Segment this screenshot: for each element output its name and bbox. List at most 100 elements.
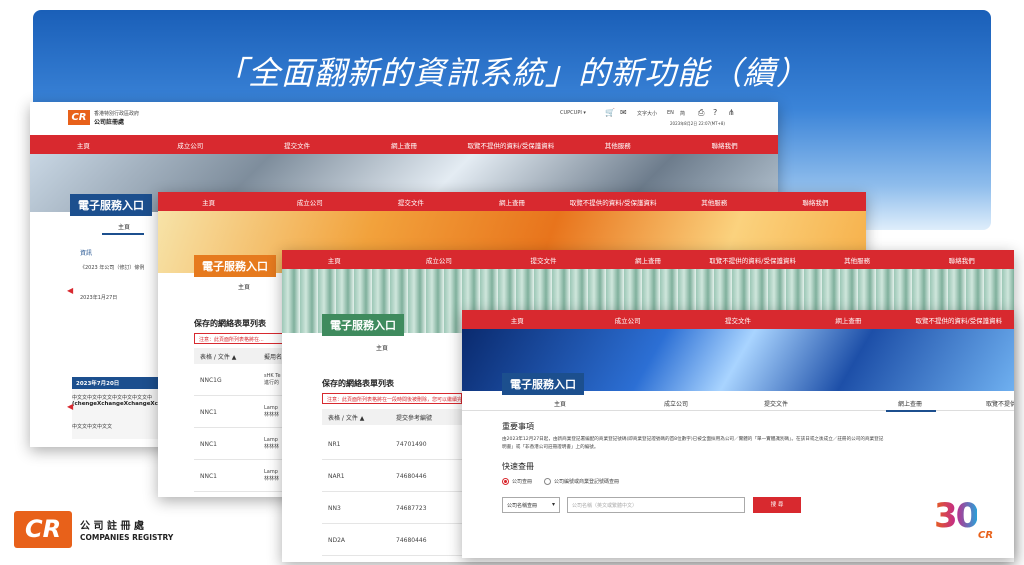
- radio1-label: 公司查冊: [512, 479, 533, 485]
- nav-incorporate[interactable]: 成立公司: [137, 140, 244, 150]
- nav-home[interactable]: 主頁: [462, 315, 572, 325]
- tab-search[interactable]: 網上查冊: [898, 399, 922, 408]
- nav-submit[interactable]: 提交文件: [360, 197, 461, 207]
- table-row[interactable]: NNC1 Lamp 林林林: [194, 428, 284, 460]
- table-row[interactable]: NN3 74687723: [322, 492, 462, 524]
- tab-home[interactable]: 主頁: [376, 343, 388, 352]
- cart-icon[interactable]: 🛒: [605, 108, 615, 117]
- anniversary-cr-mark: CR: [978, 530, 994, 541]
- nav-other[interactable]: 其他服務: [805, 255, 910, 265]
- warning-box: 注意：此頁面所列表格將在一段時間後被刪除，您可以繼續完成: [322, 393, 462, 404]
- nav-restricted[interactable]: 取覽不提供的資料/受保護資料: [457, 140, 564, 150]
- notice-title: 重要事項: [502, 422, 534, 431]
- nav-restricted[interactable]: 取覽不提供的資料/受保護資料: [904, 315, 1014, 325]
- card-text2: (chengeXchangeXchangeXchange: [72, 401, 158, 407]
- lang-en[interactable]: EN: [667, 110, 674, 116]
- nav-contact[interactable]: 聯絡我們: [765, 197, 866, 207]
- list-title: 保存的網絡表單列表: [194, 319, 266, 328]
- table-row[interactable]: NNC1 Lamp 林林林: [194, 396, 284, 428]
- nav-contact[interactable]: 聯絡我們: [909, 255, 1014, 265]
- anniversary-30-mark: 30: [934, 496, 979, 536]
- font-size-toggle[interactable]: 文字大小: [637, 110, 657, 117]
- card-text3: 中文文中文中文文: [72, 424, 113, 430]
- carousel-prev-icon[interactable]: ◀: [67, 286, 73, 295]
- col-name: 擬用名: [264, 354, 283, 361]
- cell-form: ND2A: [328, 537, 346, 544]
- nav-submit[interactable]: 提交文件: [244, 140, 351, 150]
- tab-restricted[interactable]: 取覽不提供: [986, 399, 1014, 408]
- chevron-down-icon: ▾: [551, 501, 555, 508]
- nav-incorporate[interactable]: 成立公司: [572, 315, 682, 325]
- list-title: 保存的網絡表單列表: [322, 379, 394, 388]
- nav-other[interactable]: 其他服務: [564, 140, 671, 150]
- eservice-heading: 電子服務入口: [322, 314, 404, 336]
- news-date: 2023年1月27日: [80, 295, 118, 301]
- agency-line2: 公司註冊處: [94, 119, 125, 126]
- nav-contact[interactable]: 聯絡我們: [671, 140, 778, 150]
- tab-incorporate[interactable]: 成立公司: [664, 399, 688, 408]
- cr-logo-cn: 公 司 註 冊 處: [80, 521, 144, 532]
- cell-form: NAR1: [328, 473, 345, 480]
- user-menu[interactable]: CUPCUPI ▾: [560, 110, 586, 116]
- cell-form: NN3: [328, 505, 341, 512]
- main-nav: 主頁 成立公司 提交文件 網上查冊 取覽不提供的資料/受保護資料: [462, 310, 1014, 329]
- table-row[interactable]: NAR1 74680446: [322, 460, 462, 492]
- search-type-select[interactable]: 公司名稱查冊 ▾: [502, 497, 560, 513]
- nav-search[interactable]: 網上查冊: [793, 315, 903, 325]
- cell-name: sHK Te 進行的: [264, 373, 281, 386]
- cell-form: NNC1: [200, 409, 217, 416]
- cell-form: NNC1G: [200, 377, 222, 384]
- nav-search[interactable]: 網上查冊: [461, 197, 562, 207]
- main-nav: 主頁 成立公司 提交文件 網上查冊 取覽不提供的資料/受保護資料 其他服務 聯絡…: [158, 192, 866, 211]
- nav-incorporate[interactable]: 成立公司: [259, 197, 360, 207]
- nav-search[interactable]: 網上查冊: [351, 140, 458, 150]
- table-row[interactable]: NR1 74701490: [322, 428, 462, 460]
- print-icon[interactable]: ⎙: [698, 108, 704, 118]
- tab-home[interactable]: 主頁: [238, 282, 250, 291]
- cell-form: NNC1: [200, 441, 217, 448]
- select-label: 公司名稱查冊: [507, 503, 538, 509]
- nav-restricted[interactable]: 取覽不提供的資料/受保護資料: [563, 197, 664, 207]
- radio-company-search[interactable]: [502, 478, 509, 485]
- news-title: 資訊: [80, 250, 93, 257]
- col-form[interactable]: 表格 / 文件 ▲: [200, 352, 236, 361]
- nav-submit[interactable]: 提交文件: [491, 255, 596, 265]
- table-row[interactable]: ND2A 74680446: [322, 524, 462, 556]
- nav-incorporate[interactable]: 成立公司: [387, 255, 492, 265]
- tab-home[interactable]: 主頁: [554, 399, 566, 408]
- nav-restricted[interactable]: 取覽不提供的資料/受保護資料: [700, 255, 805, 265]
- sub-tabs: 主頁 成立公司 提交文件 網上查冊 取覽不提供: [462, 397, 1014, 411]
- date-label: 2023年8月2日 22:07(MT+8): [670, 121, 725, 126]
- help-icon[interactable]: ?: [713, 108, 717, 117]
- cr-logo-en: COMPANIES REGISTRY: [80, 533, 174, 542]
- table-header: 表格 / 文件 ▲ 擬用名: [194, 348, 284, 364]
- cell-form: NNC1: [200, 473, 217, 480]
- cr-logo-mark: CR: [14, 511, 72, 548]
- eservice-heading: 電子服務入口: [70, 194, 152, 216]
- nav-home[interactable]: 主頁: [30, 140, 137, 150]
- main-nav: 主頁 成立公司 提交文件 網上查冊 取覽不提供的資料/受保護資料 其他服務 聯絡…: [30, 135, 778, 154]
- input-placeholder: 公司名稱（英文或繁體中文）: [572, 503, 638, 509]
- carousel-prev-icon-2[interactable]: ◀: [67, 402, 73, 411]
- table-row[interactable]: NNC1G sHK Te 進行的: [194, 364, 284, 396]
- radio-number-search[interactable]: [544, 478, 551, 485]
- cell-ref: 74680446: [396, 473, 427, 480]
- search-input[interactable]: 公司名稱（英文或繁體中文）: [567, 497, 745, 513]
- search-button[interactable]: 搜 尋: [753, 497, 801, 513]
- col-form[interactable]: 表格 / 文件 ▲: [328, 413, 364, 422]
- nav-home[interactable]: 主頁: [282, 255, 387, 265]
- tab-submit[interactable]: 提交文件: [764, 399, 788, 408]
- cell-form: NR1: [328, 441, 341, 448]
- tab-home[interactable]: 主頁: [118, 222, 130, 231]
- news-card: 2023年7月20日 中文文中文中文文中文中文中文文中 (chengeXchan…: [72, 377, 158, 439]
- lang-sc[interactable]: 简: [680, 110, 685, 117]
- nav-submit[interactable]: 提交文件: [683, 315, 793, 325]
- cell-name: Lamp 林林林: [264, 437, 280, 450]
- nav-other[interactable]: 其他服務: [664, 197, 765, 207]
- radio2-label: 公司編號或商業登記號碼查冊: [554, 479, 620, 485]
- mail-icon[interactable]: ✉: [620, 108, 627, 117]
- nav-home[interactable]: 主頁: [158, 197, 259, 207]
- nav-search[interactable]: 網上查冊: [596, 255, 701, 265]
- table-row[interactable]: NNC1 Lamp 林林林: [194, 460, 284, 492]
- share-icon[interactable]: ⋔: [728, 108, 735, 117]
